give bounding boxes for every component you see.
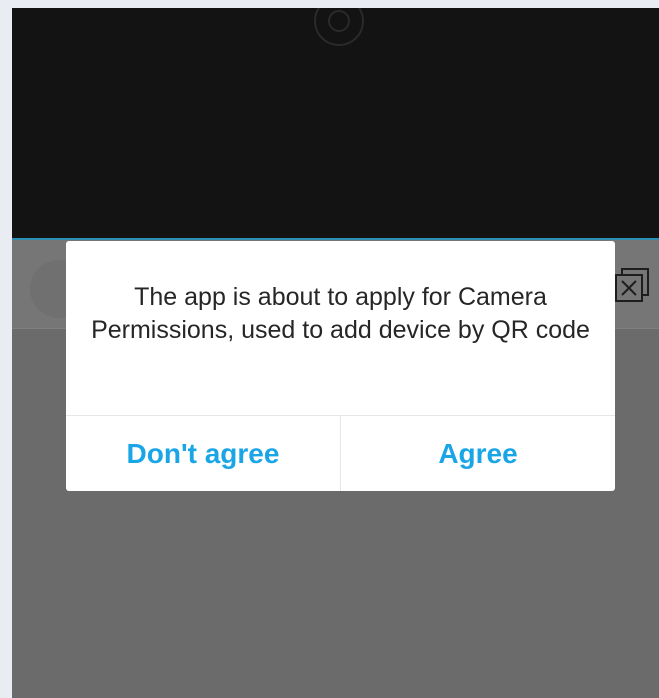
dont-agree-button[interactable]: Don't agree	[66, 416, 341, 491]
dialog-message: The app is about to apply for Camera Per…	[91, 283, 590, 344]
camera-preview	[12, 8, 659, 240]
agree-button[interactable]: Agree	[341, 416, 615, 491]
app-screen: The app is about to apply for Camera Per…	[12, 8, 659, 698]
close-icon[interactable]	[614, 267, 650, 303]
camera-lens	[328, 10, 350, 32]
camera-permission-dialog: The app is about to apply for Camera Per…	[66, 241, 615, 491]
close-icon-graphic	[615, 268, 649, 302]
dialog-actions: Don't agree Agree	[66, 415, 615, 491]
camera-icon	[314, 8, 364, 46]
